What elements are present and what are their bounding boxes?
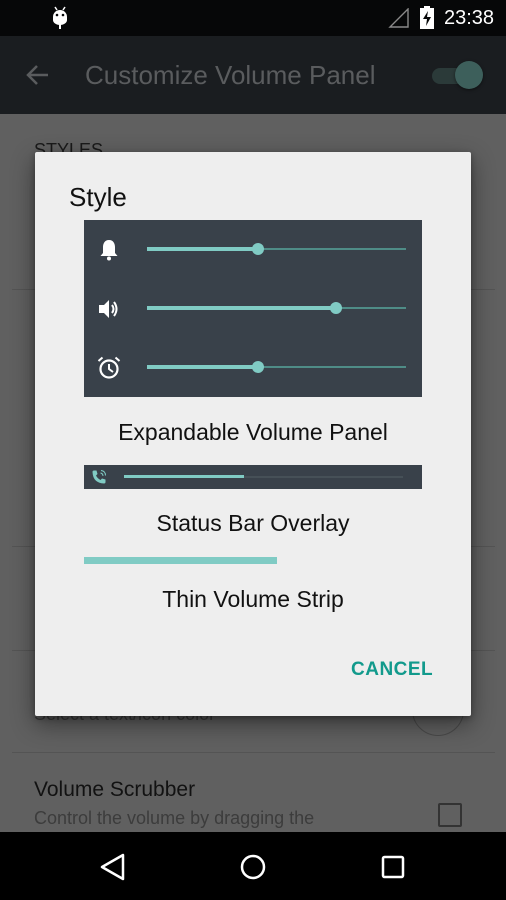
status-bar-overlay-preview[interactable] [84,465,422,489]
volume-row-ringer [84,229,422,269]
slider-thumb[interactable] [252,243,265,255]
status-bar: 23:38 [0,0,506,36]
slider-fill [124,475,244,478]
option-expandable-volume-panel[interactable]: Expandable Volume Panel [35,417,471,447]
page-title: Customize Volume Panel [85,60,376,90]
option-thin-volume-strip[interactable]: Thin Volume Strip [35,584,471,614]
volume-scrubber-checkbox[interactable] [438,803,462,827]
option-status-bar-overlay[interactable]: Status Bar Overlay [35,508,471,538]
style-dialog: Style Expandable Volume Panel Status Bar… [35,152,471,716]
volume-scrubber-summary: Control the volume by dragging the [34,808,315,828]
recents-square-icon[interactable] [376,850,410,884]
master-enable-switch[interactable] [430,60,486,90]
battery-charging-icon [420,6,434,29]
switch-thumb [455,61,483,89]
slider-thumb[interactable] [330,302,343,314]
speaker-icon [99,300,118,318]
slider-fill [147,247,259,251]
slider-fill [147,365,259,369]
android-debug-icon [53,6,67,29]
expandable-panel-preview[interactable] [84,220,422,397]
bell-icon [100,240,118,261]
home-circle-icon[interactable] [236,850,270,884]
slider-fill [147,306,337,310]
divider [12,752,495,753]
app-bar: Customize Volume Panel [0,36,506,114]
cancel-button[interactable]: CANCEL [351,655,433,685]
navigation-bar [0,832,506,900]
thin-volume-strip-preview[interactable] [84,557,422,564]
alarm-clock-icon [97,356,121,379]
arrow-left-icon[interactable] [24,61,52,89]
volume-row-alarm [84,347,422,387]
back-triangle-icon[interactable] [96,850,130,884]
strip-fill [84,557,277,564]
slider-thumb[interactable] [252,361,265,373]
clock-time: 23:38 [444,7,495,29]
volume-scrubber-title[interactable]: Volume Scrubber [34,778,195,802]
phone-in-call-icon [92,470,106,484]
volume-row-media [84,288,422,328]
dialog-title: Style [69,182,127,212]
signal-empty-icon [388,8,409,28]
